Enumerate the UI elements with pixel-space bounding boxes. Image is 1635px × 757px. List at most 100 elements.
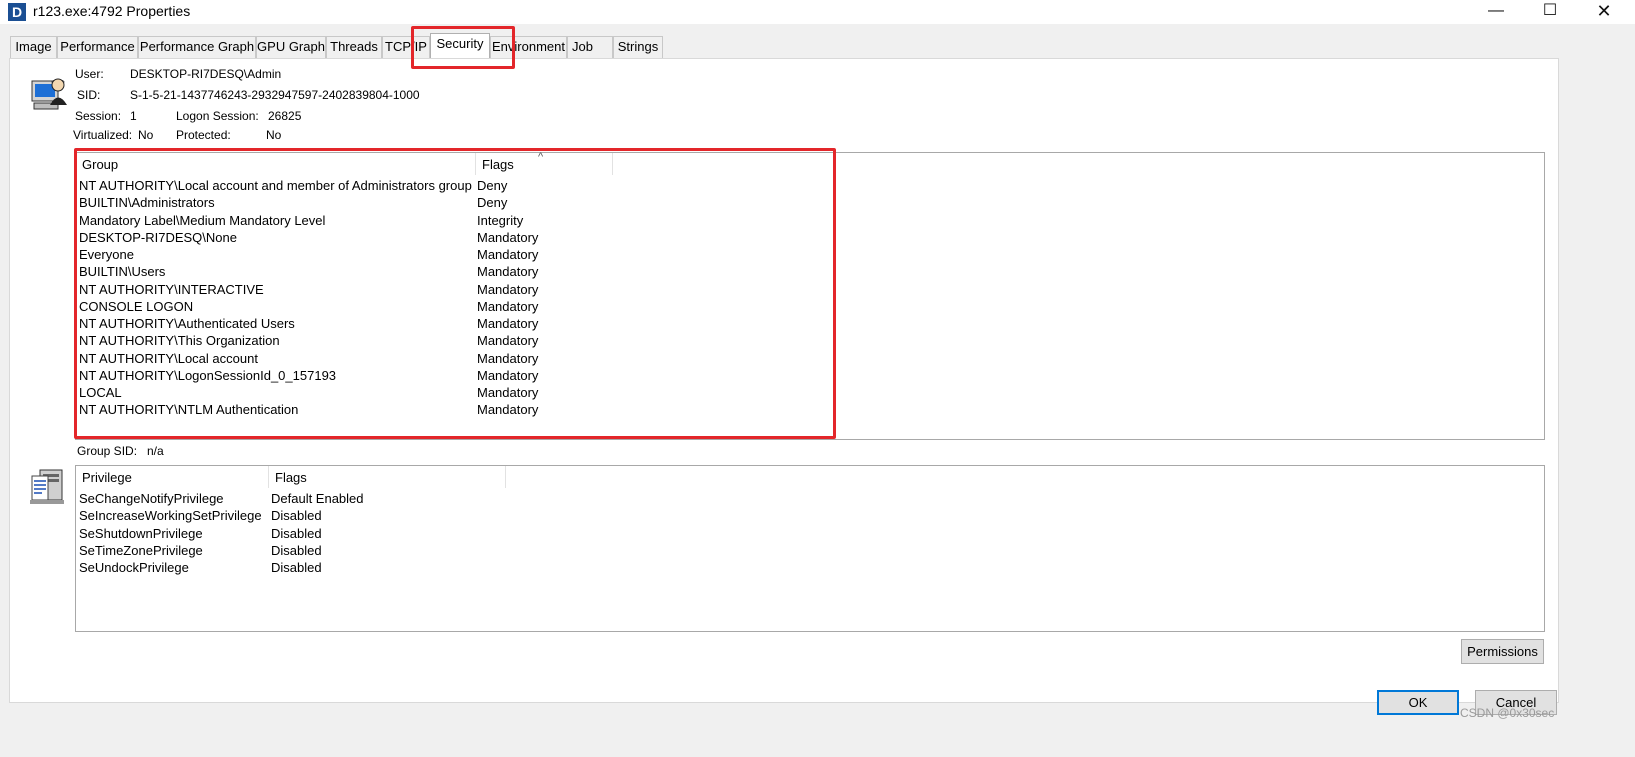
- group-row[interactable]: Mandatory Label\Medium Mandatory Level In…: [79, 212, 679, 229]
- window-title: r123.exe:4792 Properties: [33, 3, 191, 19]
- flags-column-header[interactable]: Flags: [476, 153, 613, 175]
- privilege-row[interactable]: SeUndockPrivilege Disabled: [79, 559, 499, 576]
- logon-session-label: Logon Session:: [176, 109, 259, 123]
- virtualized-label: Virtualized:: [73, 128, 133, 142]
- group-name: NT AUTHORITY\This Organization: [79, 333, 280, 349]
- tab-security[interactable]: Security: [430, 33, 490, 58]
- group-flags: Mandatory: [477, 350, 539, 366]
- user-value: DESKTOP-RI7DESQ\Admin: [130, 67, 282, 81]
- group-row[interactable]: NT AUTHORITY\Authenticated Users Mandator…: [79, 315, 679, 332]
- privileges-icon: [30, 469, 64, 504]
- privilege-flags: Disabled: [271, 508, 322, 524]
- privilege-row[interactable]: SeTimeZonePrivilege Disabled: [79, 542, 499, 559]
- group-flags: Mandatory: [477, 333, 539, 349]
- privileges-list[interactable]: Privilege Flags SeChangeNotifyPrivilege D…: [75, 465, 1545, 632]
- sid-label: SID:: [77, 88, 101, 102]
- app-icon: D: [8, 3, 26, 21]
- sid-value: S-1-5-21-1437746243-2932947597-240283980…: [130, 88, 420, 102]
- maximize-button[interactable]: ☐: [1527, 0, 1573, 24]
- group-row[interactable]: BUILTIN\Users Mandatory: [79, 263, 679, 280]
- group-row[interactable]: DESKTOP-RI7DESQ\None Mandatory: [79, 229, 679, 246]
- privilege-name: SeTimeZonePrivilege: [79, 542, 203, 558]
- group-flags: Integrity: [477, 212, 524, 228]
- user-computer-icon: [31, 78, 67, 110]
- privilege-name: SeUndockPrivilege: [79, 560, 189, 575]
- group-flags: Mandatory: [477, 247, 539, 262]
- privilege-column-header[interactable]: Privilege: [76, 466, 269, 488]
- tab-strings[interactable]: Strings: [613, 36, 663, 58]
- privilege-row[interactable]: SeIncreaseWorkingSetPrivilege Disabled: [79, 507, 499, 524]
- group-flags: Mandatory: [477, 316, 539, 331]
- groups-list[interactable]: Group Flags ^ NT AUTHORITY\Local account…: [75, 151, 1545, 440]
- group-row[interactable]: LOCAL Mandatory: [79, 384, 679, 401]
- group-name: NT AUTHORITY\INTERACTIVE: [79, 281, 264, 297]
- tab-job[interactable]: Job: [567, 36, 613, 58]
- group-row[interactable]: Everyone Mandatory: [79, 246, 679, 263]
- group-name: NT AUTHORITY\Local account and member of…: [79, 178, 472, 193]
- privilege-name: SeChangeNotifyPrivilege: [79, 491, 224, 506]
- group-row[interactable]: NT AUTHORITY\This Organization Mandatory: [79, 332, 679, 349]
- tab-environment[interactable]: Environment: [490, 36, 567, 58]
- group-sid-value: n/a: [147, 444, 164, 458]
- group-row[interactable]: NT AUTHORITY\LogonSessionId_0_157193 Mand…: [79, 367, 679, 384]
- group-flags: Deny: [477, 178, 508, 193]
- tab-tcp-ip[interactable]: TCP/IP: [382, 36, 430, 58]
- close-button[interactable]: ✕: [1581, 0, 1627, 24]
- group-row[interactable]: NT AUTHORITY\Local account and member of…: [79, 177, 679, 194]
- group-name: Mandatory Label\Medium Mandatory Level: [79, 212, 326, 228]
- group-name: Everyone: [79, 247, 134, 262]
- group-row[interactable]: NT AUTHORITY\Local account Mandatory: [79, 350, 679, 367]
- group-flags: Deny: [477, 195, 508, 211]
- group-name: DESKTOP-RI7DESQ\None: [79, 229, 237, 245]
- group-name: NT AUTHORITY\LogonSessionId_0_157193: [79, 367, 337, 383]
- privilege-flags: Disabled: [271, 560, 322, 575]
- ok-button[interactable]: OK: [1377, 690, 1459, 715]
- tab-image[interactable]: Image: [10, 36, 57, 58]
- sort-ascending-icon: ^: [538, 151, 544, 163]
- privileges-list-header: Privilege Flags: [76, 466, 1544, 488]
- group-name: NT AUTHORITY\Local account: [79, 350, 258, 366]
- group-name: NT AUTHORITY\NTLM Authentication: [79, 402, 299, 418]
- tab-performance-graph[interactable]: Performance Graph: [138, 36, 256, 58]
- group-name: BUILTIN\Administrators: [79, 195, 215, 211]
- privilege-name: SeIncreaseWorkingSetPrivilege: [79, 508, 262, 524]
- group-flags: Mandatory: [477, 281, 539, 297]
- virtualized-value: No: [138, 128, 154, 142]
- tab-threads[interactable]: Threads: [326, 36, 382, 58]
- user-label: User:: [75, 67, 104, 81]
- privilege-row[interactable]: SeChangeNotifyPrivilege Default Enabled: [79, 490, 499, 507]
- group-name: BUILTIN\Users: [79, 264, 166, 280]
- watermark: CSDN @0x30sec: [1460, 706, 1555, 720]
- tab-performance[interactable]: Performance: [57, 36, 138, 58]
- privilege-flags: Disabled: [271, 542, 322, 558]
- privilege-name: SeShutdownPrivilege: [79, 525, 203, 541]
- logon-session-value: 26825: [268, 109, 302, 123]
- group-row[interactable]: BUILTIN\Administrators Deny: [79, 194, 679, 211]
- session-value: 1: [130, 109, 137, 123]
- group-name: NT AUTHORITY\Authenticated Users: [79, 316, 295, 331]
- groups-list-header: Group Flags ^: [76, 151, 1544, 175]
- protected-label: Protected:: [176, 128, 231, 142]
- group-flags: Mandatory: [477, 229, 539, 245]
- group-row[interactable]: CONSOLE LOGON Mandatory: [79, 298, 679, 315]
- group-name: LOCAL: [79, 385, 122, 400]
- tab-gpu-graph[interactable]: GPU Graph: [256, 36, 326, 58]
- privilege-flags: Default Enabled: [271, 491, 364, 506]
- group-flags: Mandatory: [477, 402, 539, 418]
- group-name: CONSOLE LOGON: [79, 298, 194, 314]
- group-column-header[interactable]: Group: [76, 153, 476, 175]
- permissions-button[interactable]: Permissions: [1461, 639, 1544, 664]
- group-row[interactable]: NT AUTHORITY\NTLM Authentication Mandator…: [79, 401, 679, 418]
- privilege-row[interactable]: SeShutdownPrivilege Disabled: [79, 525, 499, 542]
- group-flags: Mandatory: [477, 298, 539, 314]
- privilege-flags-column-header[interactable]: Flags: [269, 466, 506, 488]
- title-bar: D r123.exe:4792 Properties — ☐ ✕: [0, 0, 1635, 24]
- group-row[interactable]: NT AUTHORITY\INTERACTIVE Mandatory: [79, 281, 679, 298]
- group-flags: Mandatory: [477, 385, 539, 400]
- protected-value: No: [266, 128, 282, 142]
- group-flags: Mandatory: [477, 264, 539, 280]
- minimize-button[interactable]: —: [1473, 0, 1519, 24]
- group-sid-label: Group SID:: [77, 444, 138, 458]
- session-label: Session:: [75, 109, 122, 123]
- privilege-flags: Disabled: [271, 525, 322, 541]
